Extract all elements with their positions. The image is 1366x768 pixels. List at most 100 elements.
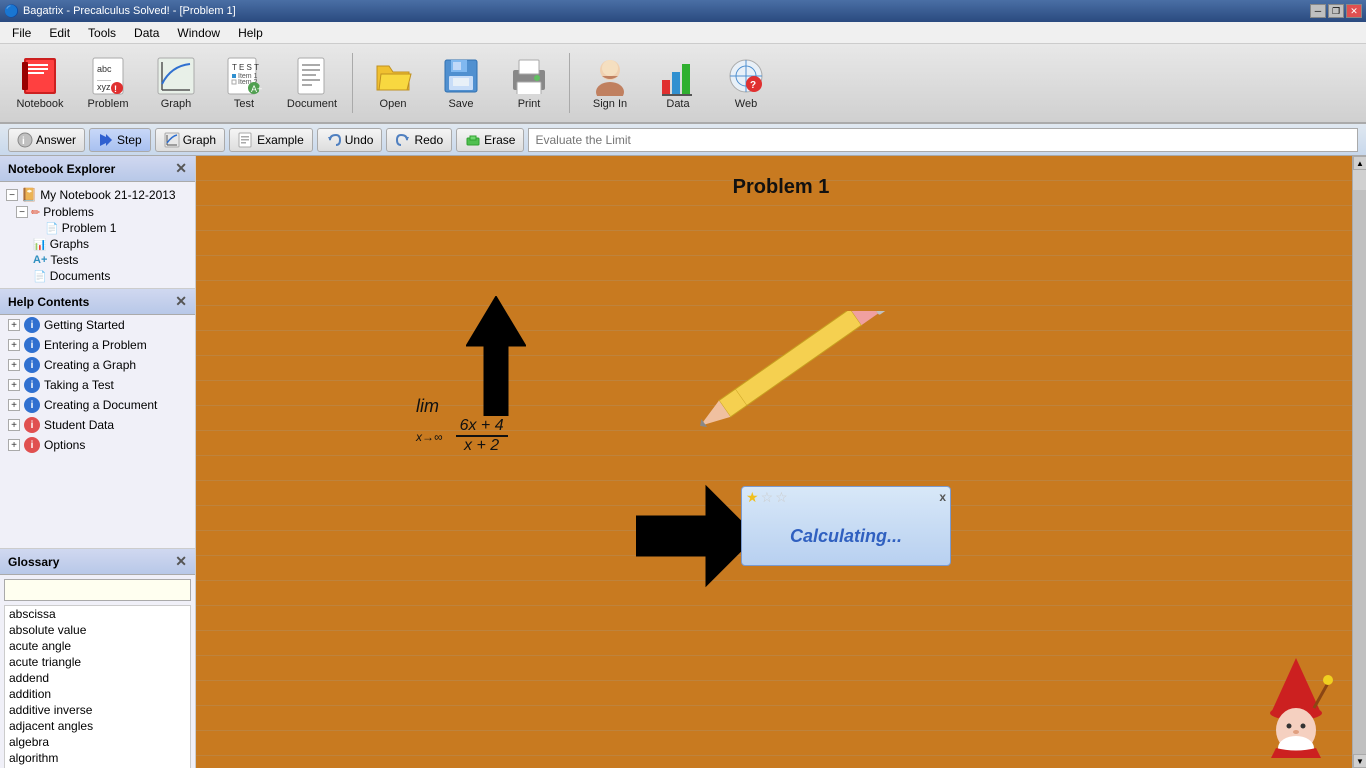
denominator: x + 2 — [460, 437, 503, 455]
menu-data[interactable]: Data — [126, 24, 167, 42]
help-student-data[interactable]: + i Student Data — [0, 415, 195, 435]
vertical-scrollbar[interactable]: ▲ ▼ — [1352, 156, 1366, 768]
toolbar-save-label: Save — [448, 98, 473, 110]
example-icon — [238, 132, 254, 148]
graph-button[interactable]: Graph — [155, 128, 225, 152]
toolbar-signin-button[interactable]: Sign In — [578, 48, 642, 118]
tests-label: Tests — [50, 253, 78, 267]
tree-root[interactable]: − 📔 My Notebook 21-12-2013 — [4, 186, 191, 204]
tree-tests[interactable]: A+ Tests — [4, 252, 191, 268]
toolbar-print-button[interactable]: Print — [497, 48, 561, 118]
pencil-illustration — [656, 311, 936, 431]
notebook-explorer-close[interactable]: ✕ — [175, 160, 187, 177]
scroll-down-button[interactable]: ▼ — [1353, 754, 1366, 768]
menu-help[interactable]: Help — [230, 24, 271, 42]
toolbar-notebook-label: Notebook — [16, 98, 63, 110]
glossary-item-9[interactable]: algorithm — [5, 750, 190, 766]
help-entering-problem[interactable]: + i Entering a Problem — [0, 335, 195, 355]
toolbar-problem-button[interactable]: abc —— xyz ! Problem — [76, 48, 140, 118]
toolbar-web-button[interactable]: ? Web — [714, 48, 778, 118]
notebook-icon — [20, 56, 60, 96]
help-label-2: Creating a Graph — [44, 358, 136, 372]
toolbar-document-button[interactable]: Document — [280, 48, 344, 118]
glossary-search-area — [0, 575, 195, 605]
restore-button[interactable]: ❐ — [1328, 4, 1344, 18]
toolbar-problem-label: Problem — [88, 98, 129, 110]
tree-expand-root[interactable]: − — [6, 189, 18, 201]
tree-graphs[interactable]: 📊 Graphs — [4, 236, 191, 252]
glossary-close[interactable]: ✕ — [175, 553, 187, 570]
glossary-list[interactable]: abscissa absolute value acute angle acut… — [4, 605, 191, 768]
title-bar-controls[interactable]: ─ ❐ ✕ — [1310, 4, 1362, 18]
help-taking-test[interactable]: + i Taking a Test — [0, 375, 195, 395]
redo-button[interactable]: Redo — [386, 128, 452, 152]
documents-label: Documents — [50, 269, 111, 283]
calc-arrow — [636, 476, 756, 596]
toolbar-test-label: Test — [234, 98, 254, 110]
toolbar-data-button[interactable]: Data — [646, 48, 710, 118]
tree-expand-problems[interactable]: − — [16, 206, 28, 218]
problems-label: Problems — [43, 205, 94, 219]
problem-title: Problem 1 — [733, 176, 830, 199]
answer-button[interactable]: i Answer — [8, 128, 85, 152]
tree-documents[interactable]: 📄 Documents — [4, 268, 191, 284]
toolbar-save-button[interactable]: Save — [429, 48, 493, 118]
help-contents-close[interactable]: ✕ — [175, 293, 187, 310]
help-creating-document[interactable]: + i Creating a Document — [0, 395, 195, 415]
problem-icon: abc —— xyz ! — [88, 56, 128, 96]
glossary-search-input[interactable] — [4, 579, 191, 601]
help-creating-graph[interactable]: + i Creating a Graph — [0, 355, 195, 375]
toolbar-graph-button[interactable]: Graph — [144, 48, 208, 118]
glossary-item-8[interactable]: algebra — [5, 734, 190, 750]
glossary-item-0[interactable]: abscissa — [5, 606, 190, 622]
toolbar-open-label: Open — [380, 98, 407, 110]
scroll-up-button[interactable]: ▲ — [1353, 156, 1366, 170]
toolbar-open-button[interactable]: Open — [361, 48, 425, 118]
menu-tools[interactable]: Tools — [80, 24, 124, 42]
glossary-item-7[interactable]: adjacent angles — [5, 718, 190, 734]
help-label-5: Student Data — [44, 418, 114, 432]
redo-icon — [395, 132, 411, 148]
tree-problems-folder[interactable]: − ✏ Problems — [4, 204, 191, 220]
app-icon: 🔵 — [4, 4, 19, 18]
stars-rating: ★ ☆ ☆ — [746, 489, 788, 506]
help-options[interactable]: + i Options — [0, 435, 195, 455]
minimize-button[interactable]: ─ — [1310, 4, 1326, 18]
glossary-item-2[interactable]: acute angle — [5, 638, 190, 654]
tree-problem1[interactable]: 📄 Problem 1 — [4, 220, 191, 236]
toolbar: Notebook abc —— xyz ! Problem Graph — [0, 44, 1366, 124]
svg-text:i: i — [22, 136, 25, 147]
toolbar-notebook-button[interactable]: Notebook — [8, 48, 72, 118]
window-title: Bagatrix - Precalculus Solved! - [Proble… — [23, 5, 236, 17]
lined-paper — [196, 156, 1366, 768]
glossary-item-4[interactable]: addend — [5, 670, 190, 686]
menu-window[interactable]: Window — [169, 24, 228, 42]
step-button[interactable]: Step — [89, 128, 151, 152]
popup-close-button[interactable]: x — [939, 490, 946, 504]
toolbar-graph-label: Graph — [161, 98, 192, 110]
glossary-item-1[interactable]: absolute value — [5, 622, 190, 638]
toolbar-test-button[interactable]: T E S T Item 1 Item 2 A+ Test — [212, 48, 276, 118]
erase-icon — [465, 132, 481, 148]
glossary-item-6[interactable]: additive inverse — [5, 702, 190, 718]
answer-icon: i — [17, 132, 33, 148]
glossary-item-3[interactable]: acute triangle — [5, 654, 190, 670]
content-area: ▲ ▼ Problem 1 — [196, 156, 1366, 768]
erase-button[interactable]: Erase — [456, 128, 524, 152]
help-icon-3: i — [24, 377, 40, 393]
example-button[interactable]: Example — [229, 128, 313, 152]
toolbar-data-label: Data — [666, 98, 689, 110]
help-getting-started[interactable]: + i Getting Started — [0, 315, 195, 335]
answer-label: Answer — [36, 133, 76, 147]
help-label-3: Taking a Test — [44, 378, 114, 392]
close-button[interactable]: ✕ — [1346, 4, 1362, 18]
tests-icon: A+ — [33, 254, 47, 266]
evaluate-input[interactable] — [528, 128, 1358, 152]
glossary-item-5[interactable]: addition — [5, 686, 190, 702]
undo-button[interactable]: Undo — [317, 128, 383, 152]
menu-edit[interactable]: Edit — [41, 24, 78, 42]
signin-icon — [590, 56, 630, 96]
menu-file[interactable]: File — [4, 24, 39, 42]
web-icon: ? — [726, 56, 766, 96]
notebook-explorer-title: Notebook Explorer — [8, 162, 115, 176]
